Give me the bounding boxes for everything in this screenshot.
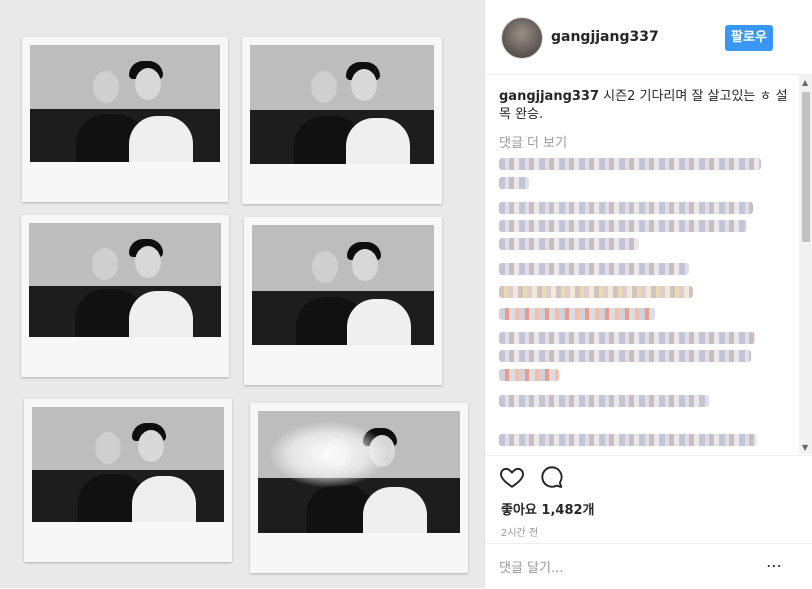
post-photo[interactable] xyxy=(0,0,484,588)
polaroid-1 xyxy=(22,37,228,202)
list-item xyxy=(499,202,753,214)
action-bar xyxy=(485,455,812,496)
comments-scrollbar[interactable]: ▲ ▼ xyxy=(799,74,812,454)
scroll-up-icon[interactable]: ▲ xyxy=(802,78,808,87)
add-comment-bar: ⋯ xyxy=(485,543,812,589)
scroll-thumb[interactable] xyxy=(802,92,810,242)
list-item xyxy=(499,286,693,298)
scroll-down-icon[interactable]: ▼ xyxy=(802,443,808,452)
likes-count[interactable]: 좋아요 1,482개 xyxy=(501,499,595,518)
polaroid-2 xyxy=(242,37,442,204)
list-item xyxy=(499,395,709,407)
polaroid-5 xyxy=(24,399,232,562)
list-item xyxy=(499,158,761,170)
username-link[interactable]: gangjjang337 xyxy=(551,29,659,45)
list-item xyxy=(499,332,755,344)
heart-icon[interactable] xyxy=(499,464,525,490)
list-item xyxy=(499,350,751,362)
avatar[interactable] xyxy=(501,17,543,59)
load-more-comments[interactable]: 댓글 더 보기 xyxy=(499,132,567,151)
polaroid-3 xyxy=(21,215,229,377)
list-item xyxy=(499,220,747,232)
likes-label: 좋아요 xyxy=(501,503,537,518)
comment-icon[interactable] xyxy=(539,464,565,490)
comment-input[interactable] xyxy=(499,558,749,578)
list-item xyxy=(499,369,559,381)
caption-username[interactable]: gangjjang337 xyxy=(499,89,599,104)
post-header: gangjjang337 팔로우 xyxy=(485,0,812,75)
post-sidebar: gangjjang337 팔로우 gangjjang337 시즌2 기다리며 잘… xyxy=(484,0,812,588)
list-item xyxy=(499,177,529,189)
caption: gangjjang337 시즌2 기다리며 잘 살고있는 ㅎ 설목 완승. xyxy=(499,88,789,124)
comments-list: gangjjang337 시즌2 기다리며 잘 살고있는 ㅎ 설목 완승. 댓글… xyxy=(485,74,795,454)
polaroid-6 xyxy=(250,403,468,573)
likes-number: 1,482개 xyxy=(541,503,595,518)
more-options-icon[interactable]: ⋯ xyxy=(766,556,783,575)
list-item xyxy=(499,308,655,320)
list-item xyxy=(499,263,689,275)
list-item xyxy=(499,434,757,446)
list-item xyxy=(499,238,639,250)
timestamp: 2시간 전 xyxy=(501,528,539,539)
polaroid-4 xyxy=(244,217,442,385)
follow-button[interactable]: 팔로우 xyxy=(725,25,773,51)
